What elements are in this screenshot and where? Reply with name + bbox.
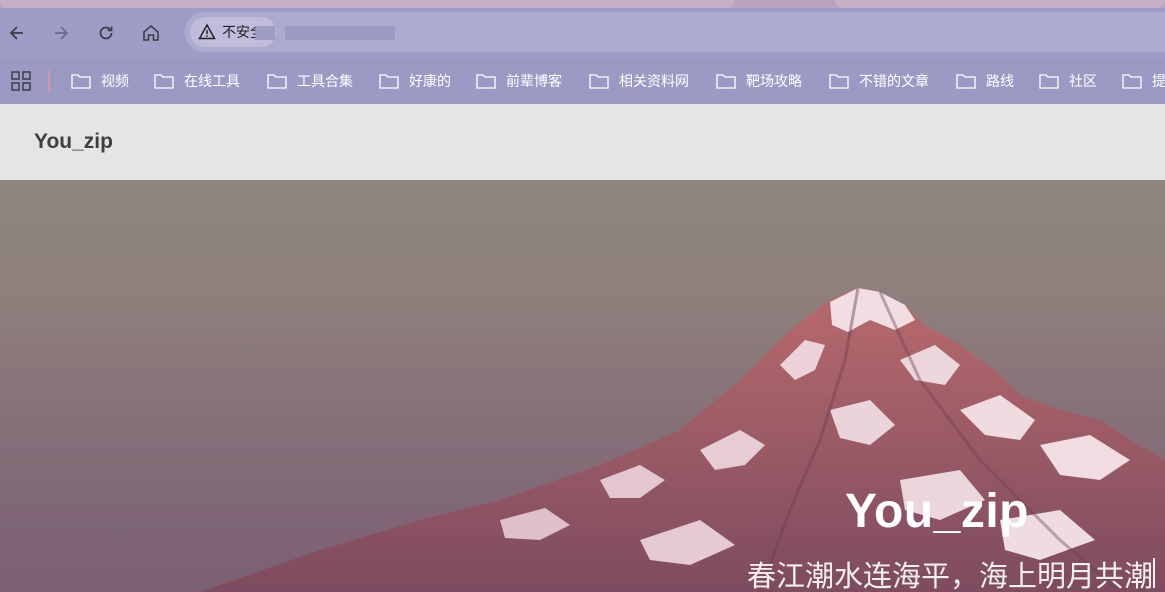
bookmark-label: 社区 bbox=[1069, 73, 1097, 89]
bookmark-folder[interactable]: 提 bbox=[1122, 70, 1165, 92]
bookmark-folder[interactable]: 工具合集 bbox=[267, 70, 353, 92]
site-header: You_zip bbox=[0, 104, 1165, 180]
folder-icon bbox=[716, 74, 736, 89]
folder-icon bbox=[956, 74, 976, 89]
bookmark-folder[interactable]: 相关资料网 bbox=[589, 70, 689, 92]
redacted-url bbox=[255, 26, 275, 40]
bookmark-folder[interactable]: 社区 bbox=[1039, 70, 1097, 92]
redacted-url bbox=[285, 26, 395, 40]
bookmark-label: 好康的 bbox=[409, 73, 451, 89]
folder-icon bbox=[1039, 74, 1059, 89]
reload-icon bbox=[99, 26, 113, 40]
bookmark-label: 相关资料网 bbox=[619, 73, 689, 89]
bookmark-label: 前辈博客 bbox=[506, 73, 562, 89]
back-arrow-icon bbox=[9, 26, 23, 40]
address-bar[interactable]: 不安全 bbox=[185, 12, 1165, 52]
hero-subtitle: 春江潮水连海平，海上明月共潮 bbox=[746, 561, 1153, 592]
hero-banner: You_zip 春江潮水连海平，海上明月共潮 bbox=[0, 180, 1165, 592]
bookmark-label: 不错的文章 bbox=[859, 73, 929, 89]
bookmark-label: 提 bbox=[1152, 73, 1165, 89]
tab-strip bbox=[0, 0, 1165, 8]
forward-button[interactable] bbox=[46, 18, 76, 48]
tab-background[interactable] bbox=[835, 0, 1165, 8]
bookmark-label: 工具合集 bbox=[297, 73, 353, 89]
bookmark-folder[interactable]: 在线工具 bbox=[154, 70, 240, 92]
home-button[interactable] bbox=[136, 18, 166, 48]
bookmark-label: 靶场攻略 bbox=[746, 73, 802, 89]
folder-icon bbox=[589, 74, 609, 89]
home-icon bbox=[143, 24, 159, 41]
warning-icon bbox=[198, 23, 216, 40]
back-button[interactable] bbox=[2, 18, 32, 48]
folder-icon bbox=[154, 74, 174, 89]
bookmark-folder[interactable]: 路线 bbox=[956, 70, 1014, 92]
bookmarks-bar: 视频 在线工具 工具合集 好康的 前辈博客 相关资料网 靶场攻略 不错的文章 路… bbox=[0, 58, 1165, 104]
folder-icon bbox=[267, 74, 287, 89]
site-brand-link[interactable]: You_zip bbox=[34, 130, 113, 154]
reload-button[interactable] bbox=[91, 18, 121, 48]
hero-title: You_zip bbox=[845, 485, 1029, 538]
typing-cursor bbox=[1153, 558, 1155, 588]
browser-toolbar: 不安全 bbox=[0, 8, 1165, 58]
bookmark-folder[interactable]: 视频 bbox=[71, 70, 129, 92]
tab-background[interactable] bbox=[0, 0, 735, 8]
folder-icon bbox=[829, 74, 849, 89]
folder-icon bbox=[1122, 74, 1142, 89]
bookmark-folder[interactable]: 不错的文章 bbox=[829, 70, 929, 92]
bookmark-label: 路线 bbox=[986, 73, 1014, 89]
apps-grid-icon[interactable] bbox=[10, 70, 32, 92]
folder-icon bbox=[476, 74, 496, 89]
folder-icon bbox=[71, 74, 91, 89]
bookmark-folder[interactable]: 靶场攻略 bbox=[716, 70, 802, 92]
bookmarks-divider bbox=[48, 70, 50, 92]
bookmark-folder[interactable]: 前辈博客 bbox=[476, 70, 562, 92]
bookmark-label: 在线工具 bbox=[184, 73, 240, 89]
folder-icon bbox=[379, 74, 399, 89]
forward-arrow-icon bbox=[55, 26, 69, 40]
bookmark-folder[interactable]: 好康的 bbox=[379, 70, 451, 92]
bookmark-label: 视频 bbox=[101, 73, 129, 89]
security-label: 不安全 bbox=[222, 24, 256, 40]
